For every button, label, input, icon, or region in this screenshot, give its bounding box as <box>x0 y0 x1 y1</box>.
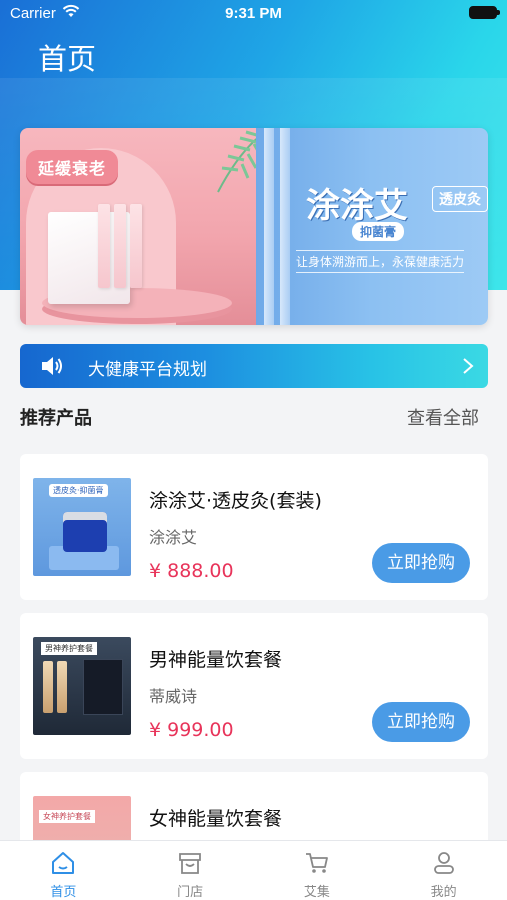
tab-label: 门店 <box>177 885 204 900</box>
see-all-link[interactable]: 查看全部 <box>407 404 479 430</box>
banner-product: 透皮灸 <box>432 186 488 212</box>
tab-mine[interactable]: 我的 <box>380 841 507 900</box>
product-brand: 蒂威诗 <box>149 687 198 706</box>
announcement-bar[interactable]: 大健康平台规划 <box>20 344 488 388</box>
tab-store[interactable]: 门店 <box>127 841 254 900</box>
announcement-text: 大健康平台规划 <box>88 360 207 380</box>
product-image-label: 透皮灸·抑菌膏 <box>49 484 108 497</box>
speaker-icon <box>42 357 62 375</box>
tab-label: 首页 <box>50 885 77 900</box>
product-image-label: 女神养护套餐 <box>39 810 95 823</box>
tab-aiji[interactable]: 艾集 <box>254 841 381 900</box>
status-bar: Carrier 9:31 PM <box>0 0 507 28</box>
product-card[interactable]: 透皮灸·抑菌膏 涂涂艾·透皮灸(套装) 涂涂艾 ¥ 888.00 立即抢购 <box>20 454 488 600</box>
product-image-label: 男神养护套餐 <box>41 642 97 655</box>
banner-slide-blue: 涂涂艾 透皮灸 抑菌膏 让身体溯游而上，永葆健康活力 <box>256 128 488 325</box>
product-title: 女神能量饮套餐 <box>149 808 283 830</box>
banner-tag: 延缓衰老 <box>26 150 119 184</box>
tab-label: 艾集 <box>303 885 330 900</box>
product-brand: 涂涂艾 <box>149 528 198 547</box>
product-price: ¥ 999.00 <box>149 719 234 741</box>
store-icon <box>179 853 202 874</box>
product-card[interactable]: 男神养护套餐 男神能量饮套餐 蒂威诗 ¥ 999.00 立即抢购 <box>20 613 488 759</box>
home-icon <box>52 852 75 874</box>
banner-slogan: 让身体溯游而上，永葆健康活力 <box>296 250 465 273</box>
tab-bar: 首页 门店 艾集 我的 <box>0 840 507 900</box>
buy-now-button[interactable]: 立即抢购 <box>372 702 470 742</box>
chevron-right-icon <box>463 358 474 374</box>
product-title: 涂涂艾·透皮灸(套装) <box>149 490 322 512</box>
buy-now-button[interactable]: 立即抢购 <box>372 543 470 583</box>
tab-label: 我的 <box>430 885 457 900</box>
banner-slide-pink: 延缓衰老 <box>20 128 268 325</box>
user-icon <box>433 852 454 874</box>
status-time: 9:31 PM <box>225 5 282 22</box>
banner-brand: 涂涂艾 <box>306 186 408 226</box>
product-title: 男神能量饮套餐 <box>149 649 283 671</box>
page-title: 首页 <box>38 42 97 76</box>
tab-home[interactable]: 首页 <box>0 841 127 900</box>
battery-icon <box>469 6 500 19</box>
banner-pill: 抑菌膏 <box>352 222 405 241</box>
cart-icon <box>305 853 328 873</box>
promo-banner[interactable]: 延缓衰老 涂涂艾 透皮灸 抑菌膏 让身体溯游而上，永葆健康活力 <box>20 128 488 325</box>
product-price: ¥ 888.00 <box>149 560 234 582</box>
product-image: 透皮灸·抑菌膏 <box>33 478 131 576</box>
section-title: 推荐产品 <box>20 408 92 429</box>
product-image: 男神养护套餐 <box>33 637 131 735</box>
